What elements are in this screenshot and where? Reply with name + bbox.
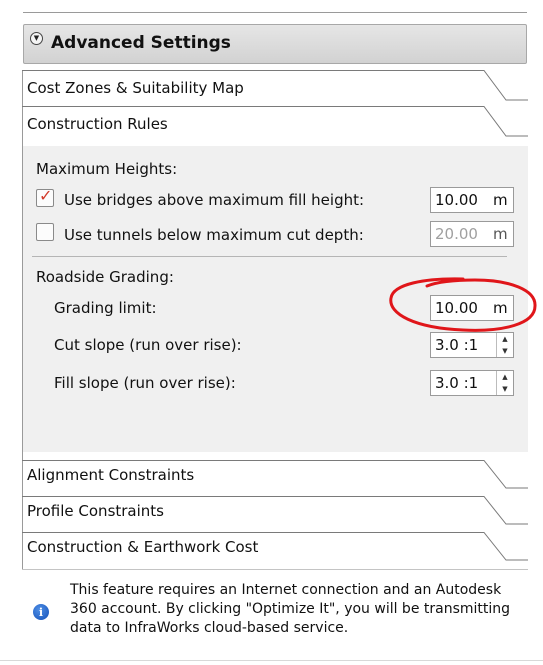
info-message: This feature requires an Internet connec… [70, 582, 511, 636]
checkmark-icon: ✓ [39, 186, 53, 205]
section-tab-construction-rules[interactable] [22, 106, 529, 138]
section-tab-cost-zones[interactable] [22, 70, 529, 102]
max-cut-depth-value: 20.00 [435, 225, 478, 243]
group-divider [32, 256, 507, 257]
fill-slope-down-arrow-icon[interactable]: ▼ [497, 383, 513, 395]
fill-slope-up-arrow-icon[interactable]: ▲ [497, 371, 513, 383]
bottom-edge [0, 660, 543, 661]
section-title-construction-earthwork[interactable]: Construction & Earthwork Cost [27, 538, 258, 556]
max-cut-depth-unit: m [493, 225, 508, 243]
fill-slope-stepper[interactable]: 3.0 :1 ▲ ▼ [430, 370, 514, 396]
max-fill-height-unit: m [493, 191, 508, 209]
max-fill-height-value: 10.00 [435, 191, 478, 209]
footer-divider [22, 569, 528, 570]
annotation-circle [389, 277, 537, 332]
tunnels-label: Use tunnels below maximum cut depth: [64, 226, 364, 244]
cut-slope-label: Cut slope (run over rise): [54, 336, 242, 354]
max-fill-height-field[interactable]: 10.00 m [430, 187, 514, 213]
section-title-alignment-constraints[interactable]: Alignment Constraints [27, 466, 194, 484]
tunnels-checkbox[interactable] [36, 223, 54, 241]
bridges-label: Use bridges above maximum fill height: [64, 191, 365, 209]
section-title-profile-constraints[interactable]: Profile Constraints [27, 502, 164, 520]
grading-limit-label: Grading limit: [54, 299, 157, 317]
max-cut-depth-field[interactable]: 20.00 m [430, 221, 514, 247]
fill-slope-value: 3.0 :1 [435, 374, 479, 392]
info-icon: i [33, 604, 49, 620]
max-heights-heading: Maximum Heights: [36, 160, 178, 178]
cut-slope-down-arrow-icon[interactable]: ▼ [497, 345, 513, 357]
double-chevron-down-icon[interactable]: ▼ [30, 32, 43, 45]
top-divider [23, 12, 527, 13]
bridges-checkbox[interactable]: ✓ [36, 186, 54, 207]
fill-slope-label: Fill slope (run over rise): [54, 374, 236, 392]
advanced-settings-title: Advanced Settings [51, 33, 231, 53]
roadside-grading-heading: Roadside Grading: [36, 268, 174, 286]
